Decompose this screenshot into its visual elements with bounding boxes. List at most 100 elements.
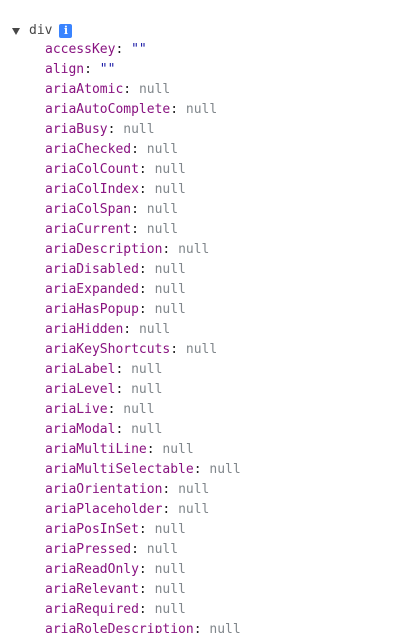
property-row[interactable]: ariaDescription: null (45, 240, 241, 260)
property-value: "" (131, 42, 147, 57)
property-key: ariaLabel (45, 362, 116, 377)
property-key: ariaColCount (45, 162, 139, 177)
property-value: null (209, 622, 241, 633)
property-row[interactable]: ariaKeyShortcuts: null (45, 340, 241, 360)
property-row[interactable]: ariaExpanded: null (45, 280, 241, 300)
property-row[interactable]: ariaBusy: null (45, 120, 241, 140)
property-key: ariaPosInSet (45, 522, 139, 537)
property-separator: : (115, 382, 132, 397)
property-value: null (209, 462, 241, 477)
property-key: accessKey (45, 42, 116, 57)
property-row[interactable]: ariaReadOnly: null (45, 560, 241, 580)
property-row[interactable]: ariaLive: null (45, 400, 241, 420)
property-key: ariaRoleDescription (45, 622, 194, 633)
property-key: ariaColSpan (45, 202, 132, 217)
property-row[interactable]: ariaPressed: null (45, 540, 241, 560)
property-row[interactable]: accessKey: "" (45, 40, 241, 60)
property-separator: : (131, 542, 147, 557)
property-separator: : (131, 142, 147, 157)
property-row[interactable]: ariaOrientation: null (45, 480, 241, 500)
property-row[interactable]: ariaLevel: null (45, 380, 241, 400)
object-header[interactable]: div i (10, 21, 73, 41)
property-key: ariaLevel (45, 382, 116, 397)
property-value: null (146, 542, 179, 557)
property-separator: : (115, 42, 132, 57)
property-value: null (146, 142, 179, 157)
property-row[interactable]: ariaRoleDescription: null (45, 620, 241, 633)
property-separator: : (193, 622, 210, 633)
property-separator: : (193, 462, 210, 477)
property-row[interactable]: ariaPosInSet: null (45, 520, 241, 540)
property-key: ariaDescription (45, 242, 163, 257)
property-value: null (154, 162, 186, 177)
property-separator: : (107, 122, 124, 137)
property-value: null (178, 502, 210, 517)
property-key: ariaLive (45, 402, 108, 417)
property-separator: : (138, 302, 155, 317)
property-key: ariaAtomic (45, 82, 124, 97)
property-separator: : (138, 602, 155, 617)
property-row[interactable]: ariaColIndex: null (45, 180, 241, 200)
property-value: "" (99, 62, 116, 77)
property-value: null (185, 342, 218, 357)
property-value: null (123, 402, 155, 417)
property-value: null (154, 182, 186, 197)
property-row[interactable]: align: "" (45, 60, 241, 80)
property-row[interactable]: ariaRequired: null (45, 600, 241, 620)
property-value: null (154, 302, 186, 317)
property-separator: : (138, 162, 155, 177)
console-object-inspector: div i accessKey: "" align: "" ariaAtomic: … (0, 0, 400, 633)
property-row[interactable]: ariaChecked: null (45, 140, 241, 160)
property-separator: : (138, 562, 155, 577)
property-value: null (138, 82, 171, 97)
property-value: null (123, 122, 155, 137)
property-key: ariaRelevant (45, 582, 139, 597)
property-row[interactable]: ariaColCount: null (45, 160, 241, 180)
property-value: null (178, 482, 210, 497)
property-value: null (154, 562, 186, 577)
property-separator: : (170, 102, 186, 117)
property-separator: : (107, 402, 124, 417)
property-row[interactable]: ariaColSpan: null (45, 200, 241, 220)
property-separator: : (115, 422, 132, 437)
property-row[interactable]: ariaAutoComplete: null (45, 100, 241, 120)
property-row[interactable]: ariaLabel: null (45, 360, 241, 380)
property-value: null (154, 262, 186, 277)
property-key: ariaCurrent (45, 222, 132, 237)
property-separator: : (138, 282, 155, 297)
property-separator: : (162, 502, 179, 517)
property-separator: : (123, 82, 139, 97)
property-value: null (146, 202, 179, 217)
expand-toggle-icon[interactable] (12, 27, 20, 35)
property-value: null (162, 442, 194, 457)
property-key: ariaHasPopup (45, 302, 139, 317)
info-icon[interactable]: i (59, 24, 73, 38)
property-value: null (131, 362, 163, 377)
property-value: null (131, 382, 163, 397)
property-value: null (146, 222, 179, 237)
property-key: ariaRequired (45, 602, 139, 617)
property-row[interactable]: ariaRelevant: null (45, 580, 241, 600)
property-row[interactable]: ariaCurrent: null (45, 220, 241, 240)
property-row[interactable]: ariaMultiSelectable: null (45, 460, 241, 480)
property-row[interactable]: ariaModal: null (45, 420, 241, 440)
property-separator: : (146, 442, 163, 457)
property-separator: : (138, 182, 155, 197)
property-separator: : (170, 342, 186, 357)
property-key: ariaDisabled (45, 262, 139, 277)
property-separator: : (84, 62, 100, 77)
property-key: ariaModal (45, 422, 116, 437)
property-row[interactable]: ariaMultiLine: null (45, 440, 241, 460)
property-separator: : (138, 582, 155, 597)
property-value: null (154, 602, 186, 617)
property-separator: : (138, 522, 155, 537)
property-value: null (185, 102, 218, 117)
property-row[interactable]: ariaHidden: null (45, 320, 241, 340)
property-row[interactable]: ariaAtomic: null (45, 80, 241, 100)
property-row[interactable]: ariaPlaceholder: null (45, 500, 241, 520)
property-separator: : (115, 362, 132, 377)
property-separator: : (162, 482, 179, 497)
property-row[interactable]: ariaHasPopup: null (45, 300, 241, 320)
object-tag-name: div (29, 23, 53, 38)
property-row[interactable]: ariaDisabled: null (45, 260, 241, 280)
